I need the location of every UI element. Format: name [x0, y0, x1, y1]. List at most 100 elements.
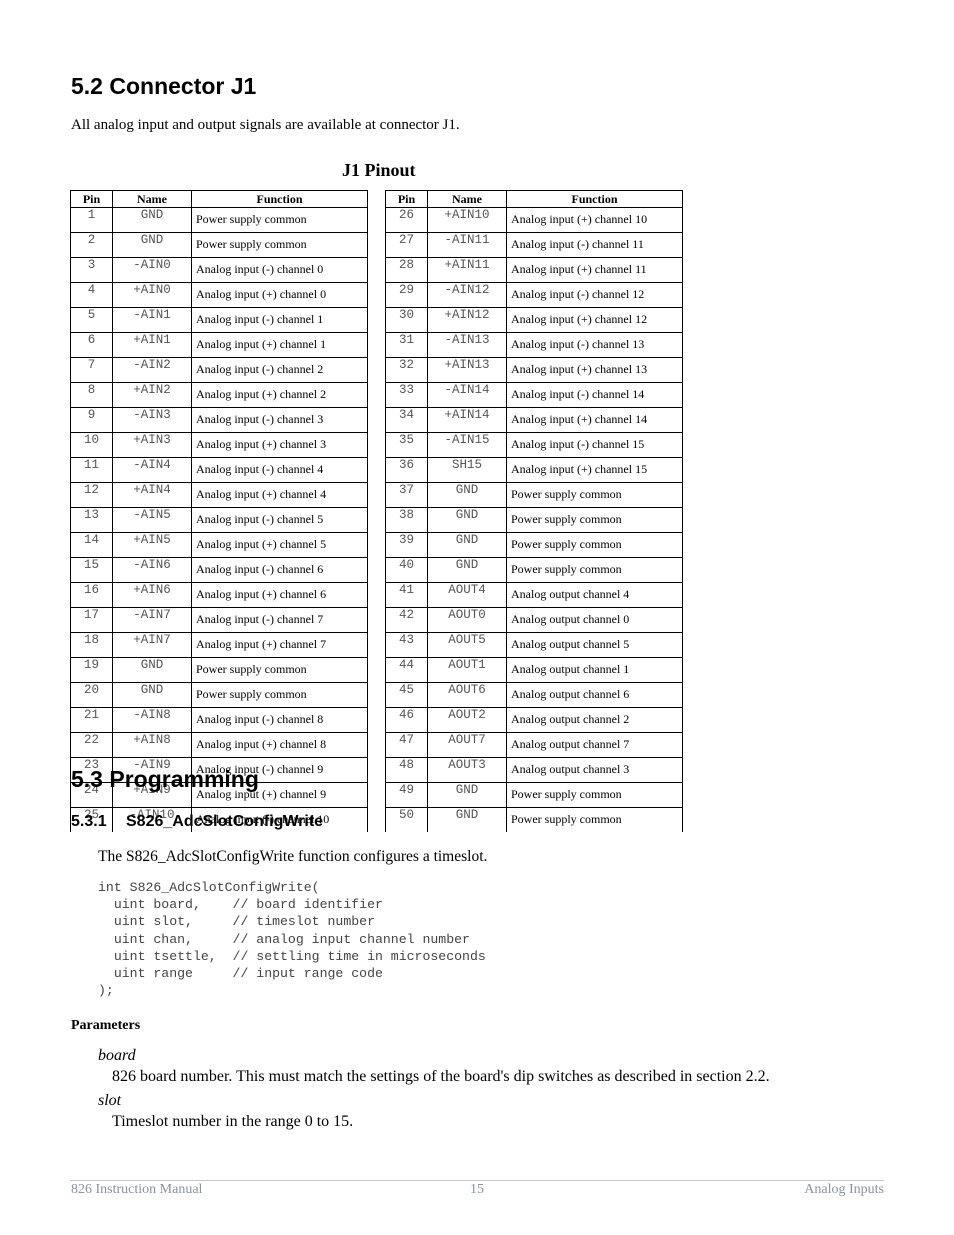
table-row: 48 AOUT3 Analog output channel 3	[385, 757, 683, 783]
pin-cell: 40	[385, 557, 428, 583]
name-cell: +AIN10	[427, 207, 507, 233]
function-cell: Analog output channel 4	[506, 582, 683, 608]
pin-cell: 30	[385, 307, 428, 333]
table-row: 21 -AIN8 Analog input (-) channel 8	[70, 707, 368, 733]
pin-cell: 20	[70, 682, 113, 708]
pin-cell: 6	[70, 332, 113, 358]
table-row: 12 +AIN4 Analog input (+) channel 4	[70, 482, 368, 508]
name-cell: GND	[112, 657, 192, 683]
table-row: 11 -AIN4 Analog input (-) channel 4	[70, 457, 368, 483]
pin-cell: 47	[385, 732, 428, 758]
subsection-number: 5.3.1	[71, 813, 107, 830]
subsection-title: S826_AdcSlotConfigWrite	[126, 813, 324, 830]
parameter-name-slot: slot	[98, 1092, 122, 1109]
section-heading-programming: 5.3 Programming	[71, 766, 259, 792]
pin-cell: 42	[385, 607, 428, 633]
name-cell: -AIN2	[112, 357, 192, 383]
function-cell: Analog input (+) channel 14	[506, 407, 683, 433]
function-cell: Analog output channel 0	[506, 607, 683, 633]
table-row: 8 +AIN2 Analog input (+) channel 2	[70, 382, 368, 408]
name-cell: -AIN6	[112, 557, 192, 583]
pin-cell: 43	[385, 632, 428, 658]
pin-cell: 39	[385, 532, 428, 558]
footer-chapter-title: Analog Inputs	[804, 1182, 884, 1197]
function-cell: Power supply common	[191, 657, 368, 683]
table-row: 27 -AIN11 Analog input (-) channel 11	[385, 232, 683, 258]
function-cell: Analog input (-) channel 7	[191, 607, 368, 633]
name-cell: -AIN7	[112, 607, 192, 633]
pin-cell: 37	[385, 482, 428, 508]
function-cell: Analog input (+) channel 5	[191, 532, 368, 558]
pin-cell: 1	[70, 207, 113, 233]
table-row: 19 GND Power supply common	[70, 657, 368, 683]
table-row: 31 -AIN13 Analog input (-) channel 13	[385, 332, 683, 358]
function-cell: Analog input (-) channel 4	[191, 457, 368, 483]
name-cell: -AIN5	[112, 507, 192, 533]
name-cell: +AIN2	[112, 382, 192, 408]
table-row: 5 -AIN1 Analog input (-) channel 1	[70, 307, 368, 333]
subsection-heading: 5.3.1 S826_AdcSlotConfigWrite	[71, 813, 323, 831]
pin-cell: 16	[70, 582, 113, 608]
function-cell: Analog input (+) channel 1	[191, 332, 368, 358]
pin-cell: 29	[385, 282, 428, 308]
name-cell: -AIN0	[112, 257, 192, 283]
pin-cell: 27	[385, 232, 428, 258]
code-line: );	[98, 983, 114, 999]
pin-cell: 45	[385, 682, 428, 708]
function-cell: Analog input (+) channel 8	[191, 732, 368, 758]
table-row: 18 +AIN7 Analog input (+) channel 7	[70, 632, 368, 658]
function-cell: Analog input (+) channel 13	[506, 357, 683, 383]
table-row: 15 -AIN6 Analog input (-) channel 6	[70, 557, 368, 583]
pinout-table-left: Pin Name Function 1 GND Power supply commo…	[70, 190, 368, 832]
pin-cell: 21	[70, 707, 113, 733]
name-cell: GND	[427, 807, 507, 832]
name-cell: AOUT0	[427, 607, 507, 633]
table-row: 28 +AIN11 Analog input (+) channel 11	[385, 257, 683, 283]
name-cell: AOUT4	[427, 582, 507, 608]
function-cell: Analog input (+) channel 2	[191, 382, 368, 408]
table-row: 9 -AIN3 Analog input (-) channel 3	[70, 407, 368, 433]
table-row: 46 AOUT2 Analog output channel 2	[385, 707, 683, 733]
name-cell: AOUT3	[427, 757, 507, 783]
table-row: 7 -AIN2 Analog input (-) channel 2	[70, 357, 368, 383]
code-line: uint chan, // analog input channel numbe…	[98, 931, 470, 947]
table-row: 20 GND Power supply common	[70, 682, 368, 708]
function-signature-code: int S826_AdcSlotConfigWrite( uint board,…	[98, 879, 486, 999]
parameter-description-board: 826 board number. This must match the se…	[112, 1068, 770, 1085]
pin-cell: 26	[385, 207, 428, 233]
function-cell: Analog input (-) channel 12	[506, 282, 683, 308]
pin-cell: 49	[385, 782, 428, 808]
table-row: 43 AOUT5 Analog output channel 5	[385, 632, 683, 658]
table-row: 37 GND Power supply common	[385, 482, 683, 508]
table-row: 2 GND Power supply common	[70, 232, 368, 258]
table-row: 44 AOUT1 Analog output channel 1	[385, 657, 683, 683]
name-cell: GND	[427, 482, 507, 508]
name-cell: -AIN13	[427, 332, 507, 358]
function-cell: Analog input (+) channel 4	[191, 482, 368, 508]
name-cell: +AIN12	[427, 307, 507, 333]
name-cell: AOUT2	[427, 707, 507, 733]
code-line: uint board, // board identifier	[98, 897, 383, 913]
code-line: uint slot, // timeslot number	[98, 914, 375, 930]
code-line: uint tsettle, // settling time in micros…	[98, 948, 486, 964]
function-cell: Power supply common	[191, 682, 368, 708]
name-cell: -AIN14	[427, 382, 507, 408]
parameters-heading: Parameters	[71, 1018, 141, 1033]
pin-cell: 31	[385, 332, 428, 358]
name-cell: +AIN6	[112, 582, 192, 608]
pin-cell: 13	[70, 507, 113, 533]
function-cell: Analog input (+) channel 15	[506, 457, 683, 483]
footer-page-number: 15	[470, 1182, 484, 1197]
function-cell: Analog input (+) channel 7	[191, 632, 368, 658]
name-cell: +AIN5	[112, 532, 192, 558]
function-cell: Power supply common	[506, 782, 683, 808]
pin-cell: 15	[70, 557, 113, 583]
table-row: 3 -AIN0 Analog input (-) channel 0	[70, 257, 368, 283]
table-row: 10 +AIN3 Analog input (+) channel 3	[70, 432, 368, 458]
function-cell: Analog input (-) channel 0	[191, 257, 368, 283]
pin-cell: 19	[70, 657, 113, 683]
column-header-function: Function	[506, 190, 683, 208]
function-cell: Analog input (-) channel 13	[506, 332, 683, 358]
name-cell: +AIN3	[112, 432, 192, 458]
name-cell: -AIN3	[112, 407, 192, 433]
